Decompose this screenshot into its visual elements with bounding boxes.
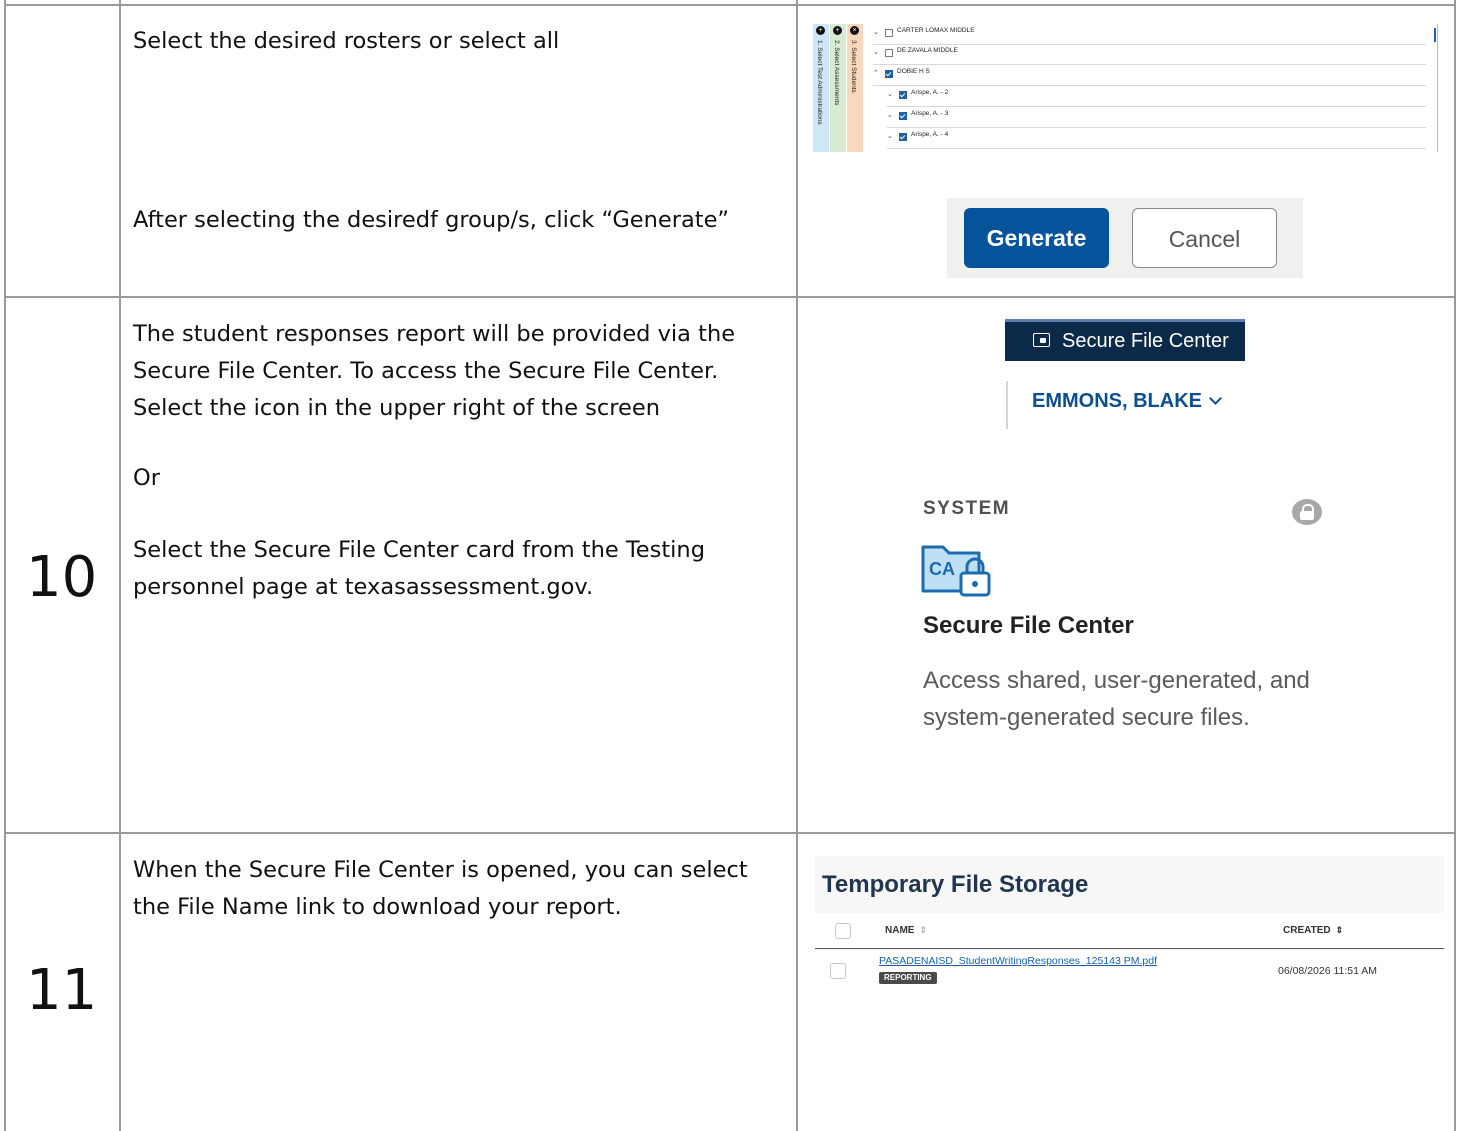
folder-lock-icon	[1033, 333, 1050, 347]
roster-selection-screenshot: + 1. Select Test Administrations + 2. Se…	[813, 24, 1438, 152]
temporary-file-storage-screenshot: Temporary File Storage NAME ⇕ CREATED ⇕ PA…	[815, 856, 1444, 991]
instruction-select-rosters: Select the desired rosters or select all	[133, 28, 560, 54]
close-circle-icon: ×	[850, 26, 859, 35]
header-divider	[1006, 381, 1008, 429]
step-select-assessments[interactable]: + 2. Select Assessments	[830, 24, 846, 152]
roster-subitem[interactable]: ⌄ Arispe, A. - 2	[887, 86, 1426, 107]
column-header-name[interactable]: NAME ⇕	[885, 925, 927, 936]
roster-item[interactable]: ⌃ DOBIE H S	[873, 65, 1426, 86]
select-all-checkbox[interactable]	[835, 923, 851, 939]
roster-item[interactable]: ⌄ CARTER LOMAX MIDDLE	[873, 24, 1426, 45]
table-border-left	[4, 0, 6, 1131]
cancel-button[interactable]: Cancel	[1132, 208, 1277, 268]
instruction-line: Select the icon in the upper right of th…	[133, 395, 660, 421]
column-header-label: CREATED	[1283, 925, 1331, 936]
table-row-divider-1	[4, 296, 1456, 298]
column-header-created[interactable]: CREATED ⇕	[1283, 925, 1343, 936]
instruction-select-file-name: When the Secure File Center is opened, y…	[133, 852, 793, 926]
card-category-label: SYSTEM	[923, 498, 1011, 519]
roster-label: CARTER LOMAX MIDDLE	[897, 27, 975, 34]
scrollbar-thumb[interactable]	[1434, 28, 1436, 42]
roster-label: Arispe, A. - 2	[911, 89, 949, 96]
file-tag-badge: REPORTING	[879, 972, 937, 984]
roster-label: DOBIE H S	[897, 68, 930, 75]
step-label: 1. Select Test Administrations	[816, 40, 823, 125]
chevron-down-icon[interactable]: ⌄	[887, 132, 893, 140]
instruction-line: Secure File Center. To access the Secure…	[133, 358, 719, 384]
card-description: Access shared, user-generated, and syste…	[923, 667, 1310, 731]
file-name-link[interactable]: PASADENAISD_StudentWritingResponses_1251…	[879, 955, 1157, 967]
instruction-select-sfc-card: Select the Secure File Center card from …	[133, 532, 783, 606]
user-name: EMMONS, BLAKE	[1032, 390, 1202, 412]
instruction-click-generate: After selecting the desiredf group/s, cl…	[133, 207, 730, 233]
instruction-line: Select the Secure File Center card from …	[133, 537, 705, 563]
roster-label: Arispe, A. - 3	[911, 110, 949, 117]
instruction-report-via-sfc: The student responses report will be pro…	[133, 316, 783, 427]
instruction-line: When the Secure File Center is opened, y…	[133, 857, 748, 883]
instruction-or: Or	[133, 465, 160, 491]
roster-label: DE ZAVALA MIDDLE	[897, 47, 958, 54]
secure-file-center-label: Secure File Center	[1062, 330, 1229, 352]
roster-checkbox[interactable]	[899, 112, 907, 120]
sort-icon: ⇕	[1335, 925, 1344, 935]
table-border-top	[4, 4, 1456, 6]
instruction-line: the File Name link to download your repo…	[133, 894, 622, 920]
roster-checkbox[interactable]	[885, 29, 893, 37]
generate-cancel-screenshot: Generate Cancel	[947, 198, 1303, 278]
row-checkbox[interactable]	[830, 963, 846, 979]
roster-subitem[interactable]: ⌄ Arispe, A. - 4	[887, 128, 1426, 149]
chevron-down-icon	[1209, 392, 1222, 405]
column-header-label: NAME	[885, 925, 915, 936]
file-table-header: NAME ⇕ CREATED ⇕	[815, 913, 1444, 949]
roster-checkbox[interactable]	[899, 133, 907, 141]
lock-icon	[1292, 499, 1322, 525]
chevron-down-icon[interactable]: ⌄	[873, 48, 879, 56]
roster-label: Arispe, A. - 4	[911, 131, 949, 138]
step-number-10: 10	[26, 545, 98, 610]
instruction-line: The student responses report will be pro…	[133, 321, 736, 347]
table-border-right	[1454, 0, 1456, 1131]
card-title[interactable]: Secure File Center	[923, 612, 1134, 640]
step-select-students[interactable]: × 3. Select Students	[847, 24, 863, 152]
table-border-col2	[796, 0, 798, 1131]
table-row: PASADENAISD_StudentWritingResponses_1251…	[815, 950, 1444, 991]
roster-item[interactable]: ⌄ DE ZAVALA MIDDLE	[873, 44, 1426, 65]
plus-circle-icon: +	[816, 26, 825, 35]
step-label: 3. Select Students	[850, 40, 857, 93]
instruction-line: personnel page at texasassessment.gov.	[133, 574, 594, 600]
file-created-date: 06/08/2026 11:51 AM	[1278, 965, 1378, 977]
file-storage-title: Temporary File Storage	[822, 871, 1089, 898]
svg-text:CA: CA	[929, 559, 955, 579]
roster-checkbox[interactable]	[885, 49, 893, 57]
secure-folder-icon: CA	[921, 545, 991, 597]
chevron-down-icon[interactable]: ⌄	[873, 28, 879, 36]
step-select-test-administrations[interactable]: + 1. Select Test Administrations	[813, 24, 829, 152]
scrollbar-track[interactable]	[1437, 24, 1438, 152]
sort-icon: ⇕	[919, 925, 927, 935]
table-row-divider-2	[4, 832, 1456, 834]
plus-circle-icon: +	[833, 26, 842, 35]
step-number-11: 11	[26, 958, 98, 1023]
chevron-down-icon[interactable]: ⌄	[887, 111, 893, 119]
roster-checkbox[interactable]	[899, 91, 907, 99]
table-border-col1	[119, 0, 121, 1131]
chevron-down-icon[interactable]: ⌄	[887, 90, 893, 98]
step-label: 2. Select Assessments	[833, 40, 840, 106]
generate-button[interactable]: Generate	[964, 208, 1109, 268]
roster-checkbox[interactable]	[885, 70, 893, 78]
roster-subitem[interactable]: ⌄ Arispe, A. - 3	[887, 107, 1426, 128]
chevron-up-icon[interactable]: ⌃	[873, 69, 879, 77]
secure-file-center-header-button[interactable]: Secure File Center	[1005, 319, 1245, 361]
user-menu[interactable]: EMMONS, BLAKE	[1032, 390, 1222, 413]
